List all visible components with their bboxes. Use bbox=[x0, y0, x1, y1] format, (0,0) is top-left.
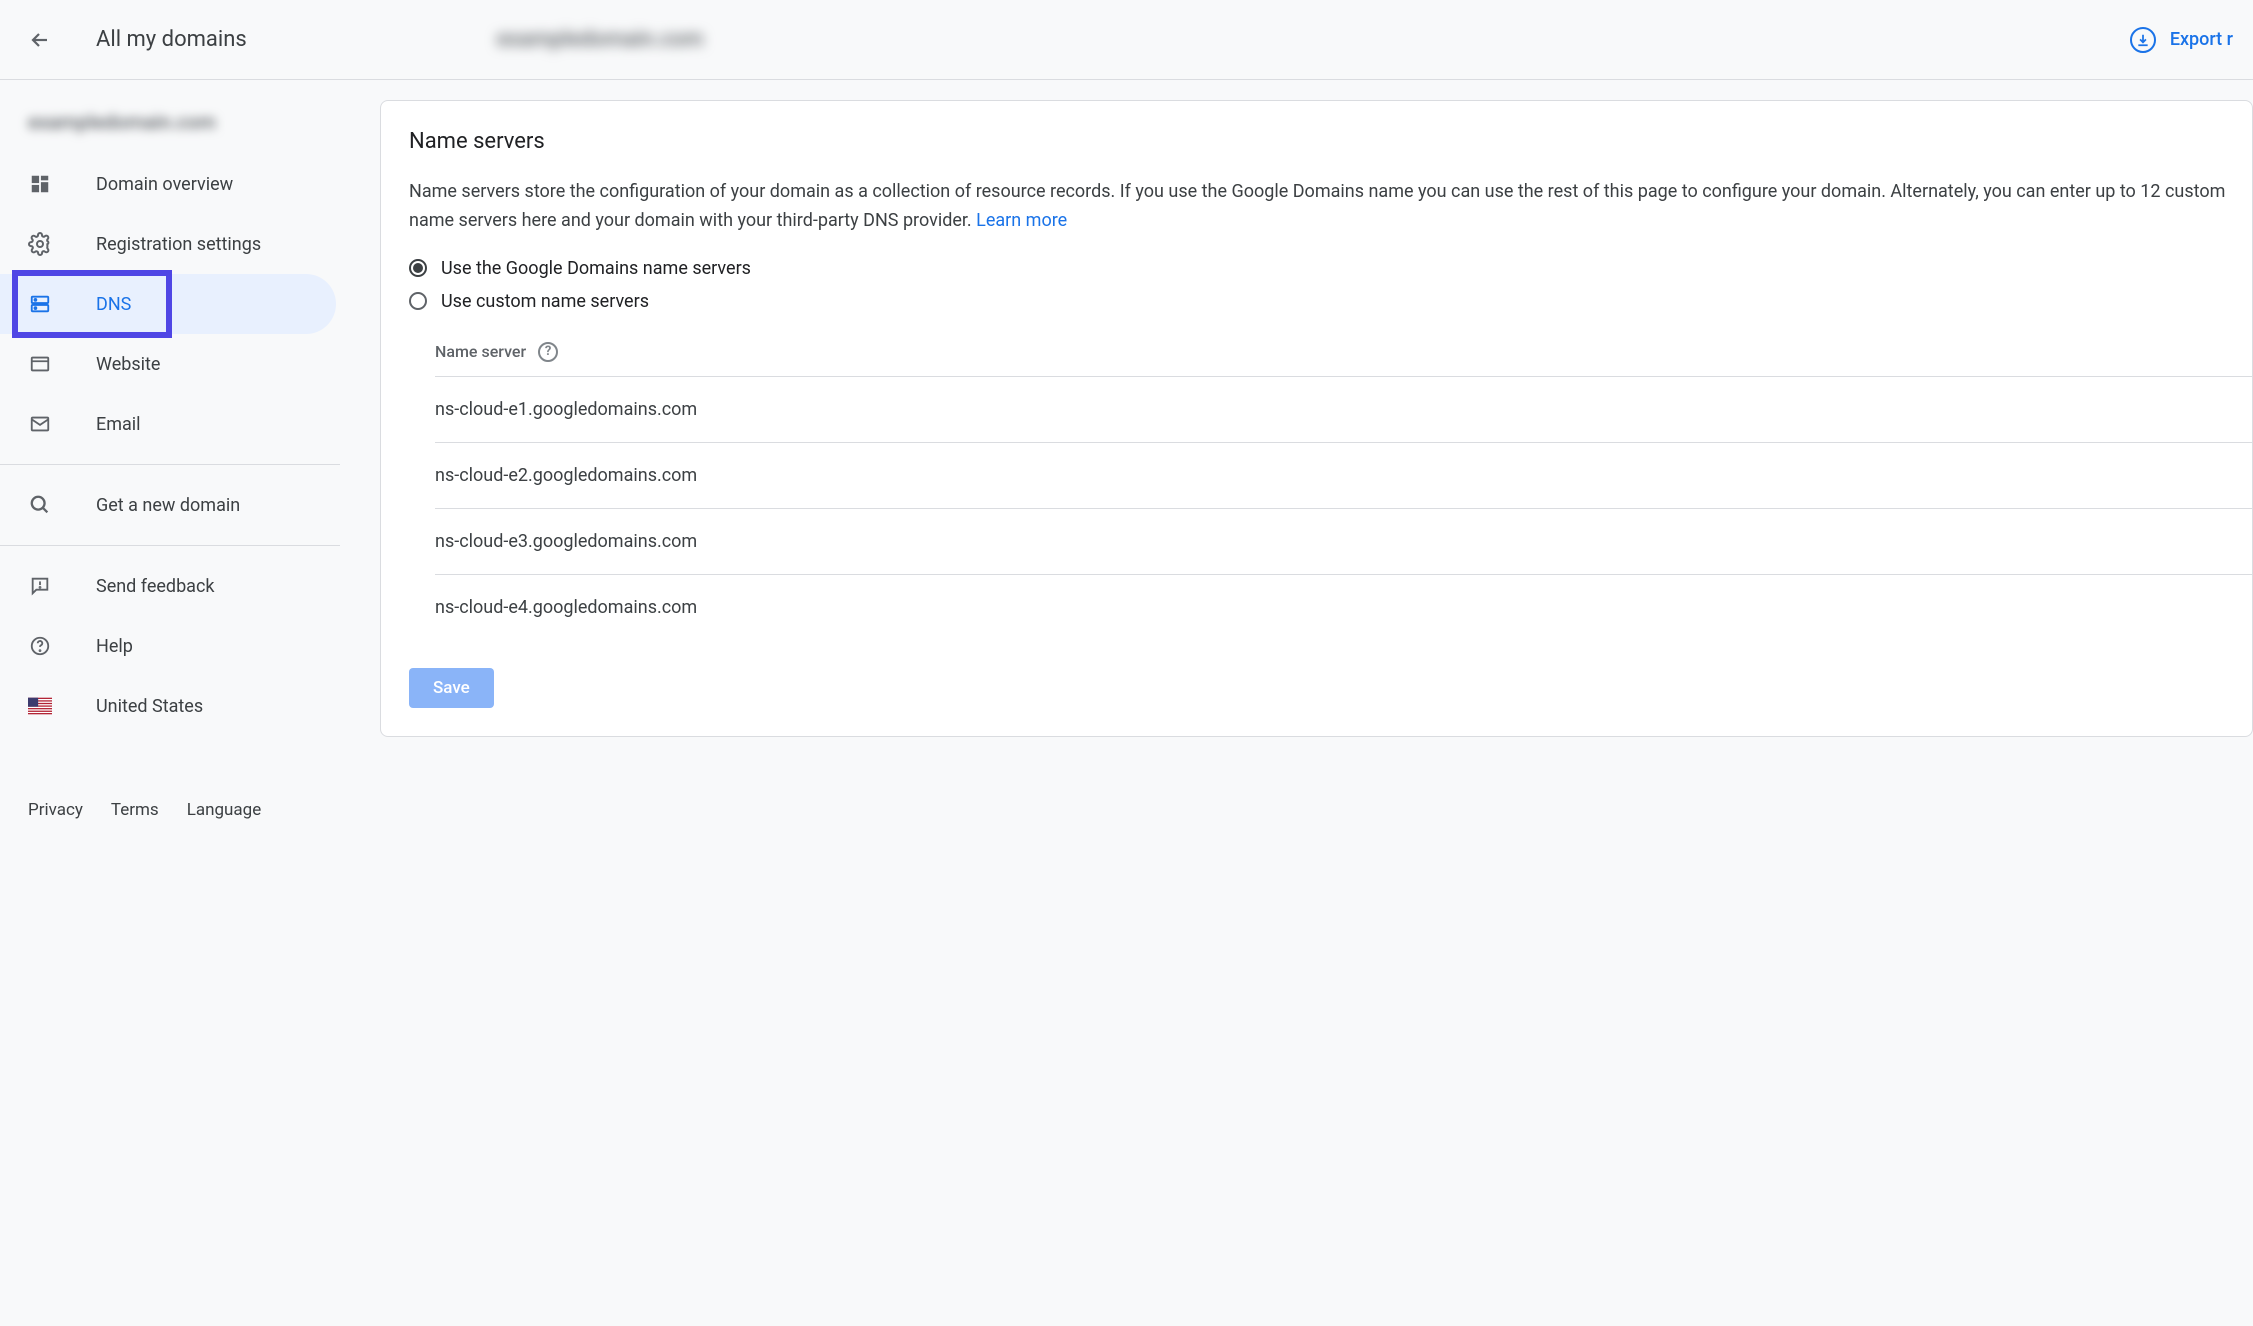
divider bbox=[0, 464, 340, 465]
header-title[interactable]: All my domains bbox=[96, 27, 247, 52]
sidebar-item-help[interactable]: Help bbox=[0, 616, 336, 676]
card-desc-text: Name servers store the configuration of … bbox=[409, 181, 2225, 231]
sidebar-item-registration[interactable]: Registration settings bbox=[0, 214, 336, 274]
header-domain-name: exampledomain.com bbox=[497, 27, 704, 52]
radio-custom-option[interactable]: Use custom name servers bbox=[409, 291, 2252, 312]
sidebar: exampledomain.com Domain overview Regist… bbox=[0, 80, 340, 840]
sidebar-item-label: Send feedback bbox=[96, 576, 215, 597]
radio-label: Use the Google Domains name servers bbox=[441, 258, 751, 279]
name-server-row: ns-cloud-e3.googledomains.com bbox=[435, 508, 2252, 574]
card-description: Name servers store the configuration of … bbox=[409, 178, 2252, 236]
radio-unchecked-icon[interactable] bbox=[409, 292, 427, 310]
name-server-row: ns-cloud-e1.googledomains.com bbox=[435, 376, 2252, 442]
sidebar-item-label: Domain overview bbox=[96, 174, 233, 195]
sidebar-item-label: Website bbox=[96, 354, 160, 375]
sidebar-item-label: Help bbox=[96, 636, 133, 657]
sidebar-domain-name: exampledomain.com bbox=[0, 100, 340, 154]
back-button[interactable] bbox=[20, 20, 60, 60]
sidebar-item-email[interactable]: Email bbox=[0, 394, 336, 454]
website-icon bbox=[28, 352, 52, 376]
radio-label: Use custom name servers bbox=[441, 291, 649, 312]
gear-icon bbox=[28, 232, 52, 256]
export-label: Export r bbox=[2170, 29, 2233, 50]
name-server-row: ns-cloud-e4.googledomains.com bbox=[435, 574, 2252, 640]
sidebar-item-region[interactable]: United States bbox=[0, 676, 336, 736]
ns-header-label: Name server bbox=[435, 342, 526, 361]
help-icon bbox=[28, 634, 52, 658]
sidebar-item-overview[interactable]: Domain overview bbox=[0, 154, 336, 214]
radio-google-option[interactable]: Use the Google Domains name servers bbox=[409, 258, 2252, 279]
sidebar-item-label: Get a new domain bbox=[96, 495, 240, 516]
sidebar-item-feedback[interactable]: Send feedback bbox=[0, 556, 336, 616]
sidebar-item-label: United States bbox=[96, 696, 203, 717]
header-bar: All my domains exampledomain.com Export … bbox=[0, 0, 2253, 80]
export-button[interactable]: Export r bbox=[2130, 27, 2233, 53]
name-server-list: Name server ? ns-cloud-e1.googledomains.… bbox=[435, 342, 2252, 640]
name-server-header: Name server ? bbox=[435, 342, 2252, 376]
sidebar-item-dns[interactable]: DNS bbox=[0, 274, 336, 334]
us-flag-icon bbox=[28, 694, 52, 718]
dns-icon bbox=[28, 292, 52, 316]
main-content: Name servers Name servers store the conf… bbox=[340, 80, 2253, 840]
name-server-row: ns-cloud-e2.googledomains.com bbox=[435, 442, 2252, 508]
sidebar-item-new-domain[interactable]: Get a new domain bbox=[0, 475, 336, 535]
card-title: Name servers bbox=[409, 129, 2252, 154]
terms-link[interactable]: Terms bbox=[111, 800, 159, 820]
download-icon bbox=[2130, 27, 2156, 53]
sidebar-item-label: DNS bbox=[96, 294, 131, 315]
sidebar-item-website[interactable]: Website bbox=[0, 334, 336, 394]
learn-more-link[interactable]: Learn more bbox=[976, 210, 1067, 231]
dashboard-icon bbox=[28, 172, 52, 196]
search-icon bbox=[28, 493, 52, 517]
save-button[interactable]: Save bbox=[409, 668, 494, 708]
email-icon bbox=[28, 412, 52, 436]
sidebar-item-label: Email bbox=[96, 414, 141, 435]
feedback-icon bbox=[28, 574, 52, 598]
footer-links: Privacy Terms Language bbox=[28, 800, 261, 820]
radio-checked-icon[interactable] bbox=[409, 259, 427, 277]
language-link[interactable]: Language bbox=[187, 800, 262, 820]
divider bbox=[0, 545, 340, 546]
name-servers-card: Name servers Name servers store the conf… bbox=[380, 100, 2253, 737]
sidebar-item-label: Registration settings bbox=[96, 234, 261, 255]
arrow-left-icon bbox=[28, 28, 52, 52]
privacy-link[interactable]: Privacy bbox=[28, 800, 83, 820]
help-tooltip-icon[interactable]: ? bbox=[538, 342, 558, 362]
